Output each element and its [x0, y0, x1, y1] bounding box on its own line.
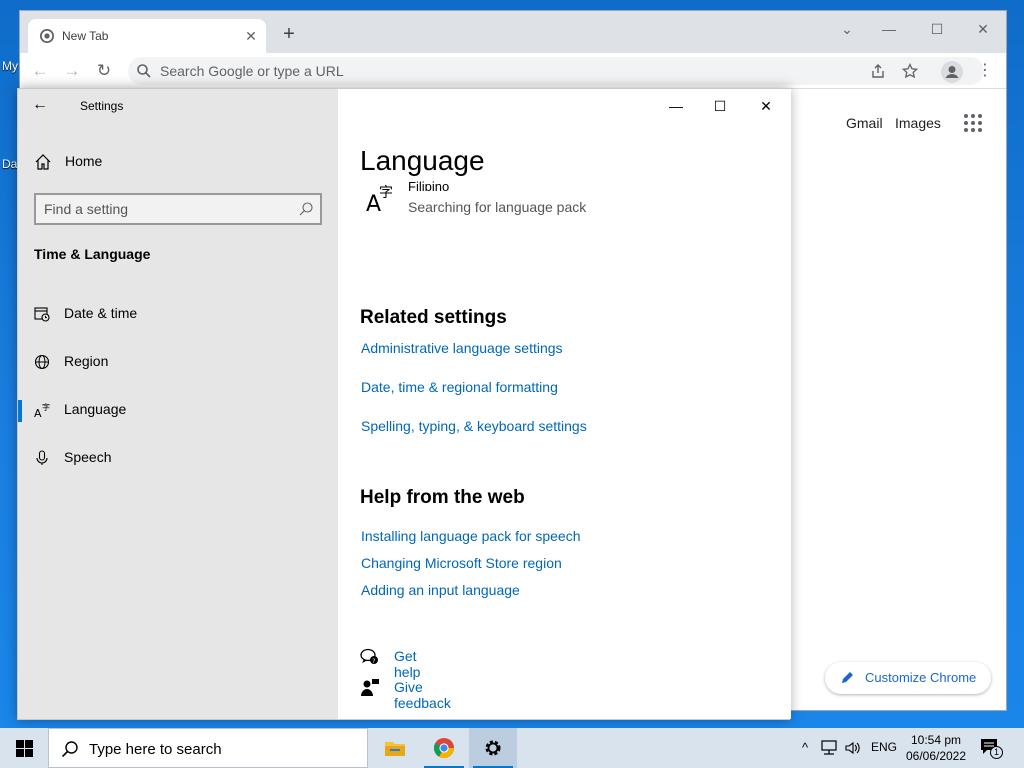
admin-language-settings-link[interactable]: Administrative language settings: [361, 340, 563, 356]
home-icon: [35, 154, 51, 170]
images-link[interactable]: Images: [895, 115, 941, 131]
nav-label: Date & time: [64, 305, 138, 321]
taskbar-search-label: Type here to search: [89, 741, 222, 758]
nav-item-speech[interactable]: Speech: [18, 439, 338, 477]
help-heading: Help from the web: [360, 487, 525, 508]
google-apps-icon[interactable]: [963, 113, 983, 133]
new-tab-button[interactable]: +: [278, 23, 300, 45]
language-name: Filipino: [408, 181, 450, 191]
taskbar-settings[interactable]: [469, 728, 517, 768]
back-arrow-icon[interactable]: ←: [28, 59, 52, 83]
address-input[interactable]: [160, 57, 840, 85]
search-icon: [61, 741, 78, 758]
related-settings-heading: Related settings: [360, 307, 507, 328]
language-status: Searching for language pack: [408, 199, 587, 215]
taskbar: Type here to search ^ ENG 10:54 pm 06/06…: [0, 728, 1024, 768]
folder-icon: [385, 742, 405, 756]
taskbar-chrome[interactable]: [420, 728, 468, 768]
active-indicator: [18, 400, 22, 422]
notification-count-badge: 1: [990, 746, 1003, 759]
network-icon[interactable]: [820, 740, 838, 756]
close-icon[interactable]: ✕: [968, 17, 998, 41]
help-link[interactable]: Changing Microsoft Store region: [361, 555, 562, 571]
language-icon: A 字: [34, 402, 50, 418]
chrome-tab-strip: New Tab ✕ + ⌄ — ☐ ✕: [20, 11, 1006, 53]
give-feedback-link: Give feedback: [394, 679, 451, 711]
nav-label: Speech: [64, 449, 112, 465]
minimize-icon[interactable]: —: [661, 97, 691, 115]
clock-time: 10:54 pm: [910, 733, 962, 747]
gear-icon: [485, 740, 501, 756]
settings-content: — ☐ ✕ Language A 字 Filipino Searching fo…: [338, 89, 791, 719]
chrome-favicon-icon: [40, 29, 54, 43]
keyboard-settings-link[interactable]: Spelling, typing, & keyboard settings: [361, 418, 587, 434]
input-language-indicator[interactable]: ENG: [871, 740, 897, 754]
desktop-icon-label[interactable]: My: [2, 59, 18, 73]
taskbar-file-explorer[interactable]: [370, 728, 418, 768]
close-tab-icon[interactable]: ✕: [242, 27, 260, 45]
language-list-item[interactable]: A 字 Filipino Searching for language pack: [360, 181, 760, 221]
notification-center-button[interactable]: 1: [980, 738, 1004, 760]
feedback-person-icon: [361, 679, 379, 696]
clock-date: 06/06/2022: [905, 749, 967, 763]
start-button[interactable]: [0, 728, 48, 768]
nav-label: Language: [64, 401, 127, 417]
chrome-tab-title: New Tab: [62, 29, 109, 43]
microphone-icon: [36, 450, 48, 465]
maximize-icon[interactable]: ☐: [922, 17, 952, 41]
nav-label: Region: [64, 353, 109, 369]
settings-window: ← Settings Home Time & Language Date &: [17, 88, 791, 720]
chrome-toolbar: ← → ↻ ⋮: [20, 53, 1006, 89]
home-label: Home: [65, 153, 103, 169]
chrome-app-icon: [434, 738, 455, 759]
help-link[interactable]: Adding an input language: [361, 582, 520, 598]
minimize-icon[interactable]: —: [874, 17, 904, 41]
svg-text:A: A: [34, 407, 42, 418]
bookmark-star-icon[interactable]: [902, 63, 918, 79]
forward-arrow-icon[interactable]: →: [60, 59, 84, 83]
globe-icon: [34, 354, 50, 370]
customize-chrome-label: Customize Chrome: [865, 670, 977, 685]
calendar-clock-icon: [34, 307, 50, 322]
settings-title: Settings: [80, 99, 124, 113]
tab-search-icon[interactable]: ⌄: [832, 17, 862, 41]
nav-item-region[interactable]: Region: [18, 343, 338, 381]
chrome-menu-icon[interactable]: ⋮: [973, 59, 997, 83]
find-setting-input[interactable]: [44, 199, 284, 219]
svg-text:字: 字: [42, 402, 50, 412]
reload-icon[interactable]: ↻: [92, 59, 116, 83]
share-icon[interactable]: [870, 63, 886, 79]
desktop-icon-label[interactable]: Da: [2, 157, 17, 171]
get-help-link: Get help: [394, 648, 421, 680]
help-link[interactable]: Installing language pack for speech: [361, 528, 580, 544]
find-setting-box[interactable]: [34, 193, 322, 225]
profile-icon[interactable]: [941, 61, 963, 83]
svg-text:?: ?: [372, 658, 375, 665]
chat-help-icon: ?: [360, 648, 378, 665]
chevron-up-icon[interactable]: ^: [796, 740, 814, 756]
page-title: Language: [360, 145, 485, 176]
maximize-icon[interactable]: ☐: [705, 97, 735, 115]
gmail-link[interactable]: Gmail: [846, 115, 883, 131]
svg-text:字: 字: [379, 185, 393, 201]
nav-item-language[interactable]: A 字 Language: [18, 391, 338, 429]
language-pack-icon: A 字: [366, 185, 393, 213]
regional-formatting-link[interactable]: Date, time & regional formatting: [361, 379, 558, 395]
omnibox[interactable]: [128, 57, 984, 85]
back-arrow-icon[interactable]: ←: [32, 95, 52, 115]
section-title: Time & Language: [34, 246, 151, 262]
settings-sidebar: ← Settings Home Time & Language Date &: [18, 89, 338, 719]
chrome-tab[interactable]: New Tab ✕: [28, 19, 266, 53]
pencil-icon: [842, 672, 853, 683]
close-icon[interactable]: ✕: [751, 97, 781, 115]
volume-icon[interactable]: [844, 740, 862, 756]
nav-item-date-time[interactable]: Date & time: [18, 295, 338, 333]
taskbar-search[interactable]: Type here to search: [48, 728, 368, 768]
windows-logo-icon: [16, 740, 33, 757]
search-icon: [137, 64, 151, 78]
taskbar-clock[interactable]: 10:54 pm 06/06/2022: [900, 732, 972, 764]
customize-chrome-button[interactable]: Customize Chrome: [825, 662, 991, 694]
search-icon: [299, 202, 313, 216]
